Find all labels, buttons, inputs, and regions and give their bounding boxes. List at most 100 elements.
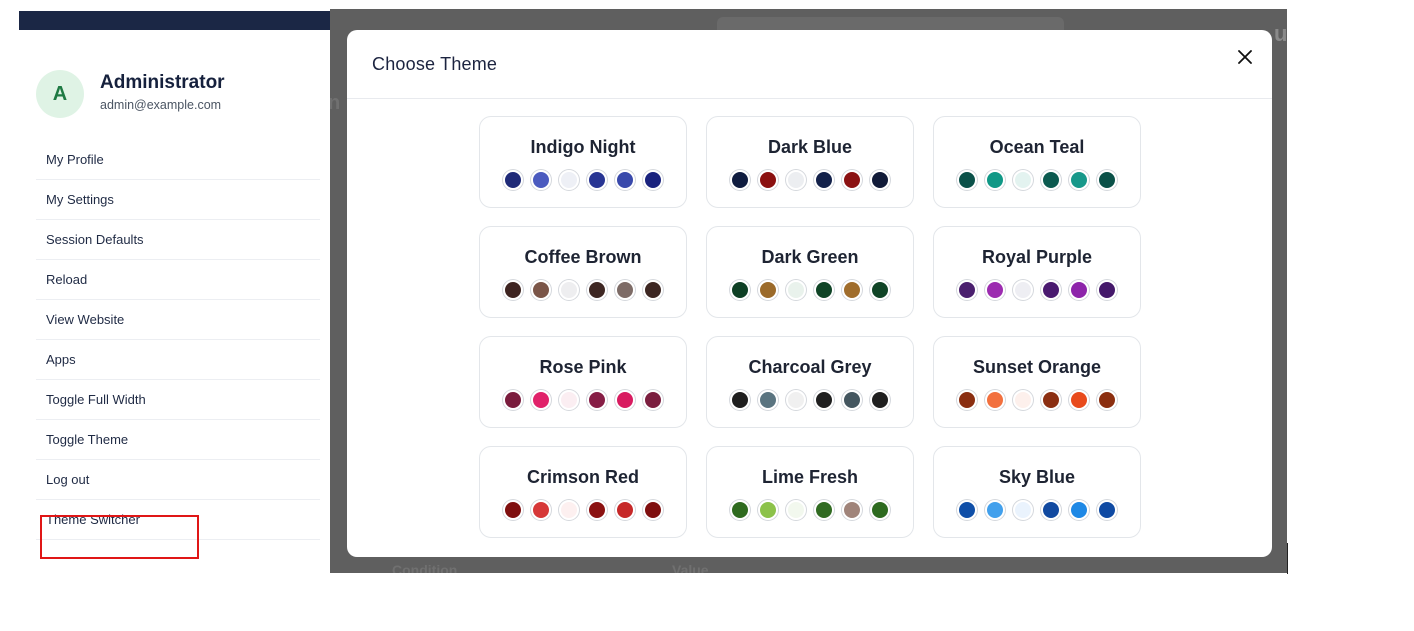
color-swatch: [730, 390, 750, 410]
color-swatch: [615, 390, 635, 410]
color-swatch: [503, 500, 523, 520]
theme-name: Coffee Brown: [524, 247, 642, 267]
menu-item-log-out[interactable]: Log out: [36, 460, 320, 500]
profile-email: admin@example.com: [100, 97, 222, 112]
color-swatch: [643, 280, 663, 300]
theme-name: Indigo Night: [530, 137, 636, 157]
color-swatch: [957, 500, 977, 520]
color-swatch: [814, 170, 834, 190]
color-swatch: [587, 170, 607, 190]
menu-item-session-defaults[interactable]: Session Defaults: [36, 220, 320, 260]
color-swatches: [480, 280, 686, 300]
color-swatch: [870, 500, 890, 520]
menu-item-view-website[interactable]: View Website: [36, 300, 320, 340]
theme-card-rose-pink[interactable]: Rose Pink: [479, 336, 687, 428]
color-swatch: [730, 170, 750, 190]
close-icon: [1238, 50, 1252, 64]
color-swatch: [957, 390, 977, 410]
color-swatch: [786, 390, 806, 410]
color-swatch: [870, 170, 890, 190]
menu-item-my-settings[interactable]: My Settings: [36, 180, 320, 220]
color-swatch: [1097, 390, 1117, 410]
theme-card-sky-blue[interactable]: Sky Blue: [933, 446, 1141, 538]
color-swatches: [934, 390, 1140, 410]
color-swatch: [1097, 500, 1117, 520]
theme-name: Sky Blue: [998, 467, 1076, 487]
color-swatch: [870, 390, 890, 410]
menu-item-theme-switcher[interactable]: Theme Switcher: [36, 500, 320, 540]
color-swatch: [503, 170, 523, 190]
color-swatch: [758, 170, 778, 190]
modal-title: Choose Theme: [372, 54, 498, 74]
color-swatch: [814, 390, 834, 410]
profile-name: Administrator: [100, 71, 225, 93]
color-swatches: [707, 500, 913, 520]
color-swatch: [842, 390, 862, 410]
theme-card-lime-fresh[interactable]: Lime Fresh: [706, 446, 914, 538]
close-button[interactable]: [1234, 46, 1256, 68]
color-swatch: [559, 280, 579, 300]
color-swatch: [1041, 390, 1061, 410]
theme-card-sunset-orange[interactable]: Sunset Orange: [933, 336, 1141, 428]
color-swatch: [503, 390, 523, 410]
theme-name: Lime Fresh: [761, 467, 859, 487]
menu-list: My Profile My Settings Session Defaults Rel…: [36, 140, 320, 540]
color-swatch: [870, 280, 890, 300]
color-swatch: [531, 390, 551, 410]
color-swatch: [531, 500, 551, 520]
color-swatch: [1041, 280, 1061, 300]
color-swatch: [985, 500, 1005, 520]
color-swatches: [707, 170, 913, 190]
theme-card-crimson-red[interactable]: Crimson Red: [479, 446, 687, 538]
color-swatch: [1041, 500, 1061, 520]
color-swatch: [814, 280, 834, 300]
color-swatch: [503, 280, 523, 300]
color-swatch: [615, 170, 635, 190]
color-swatch: [1069, 500, 1089, 520]
avatar[interactable]: A: [36, 70, 84, 118]
color-swatches: [480, 390, 686, 410]
theme-card-dark-green[interactable]: Dark Green: [706, 226, 914, 318]
color-swatch: [559, 170, 579, 190]
menu-item-my-profile[interactable]: My Profile: [36, 140, 320, 180]
color-swatch: [615, 280, 635, 300]
color-swatch: [1097, 280, 1117, 300]
color-swatch: [758, 390, 778, 410]
color-swatch: [1013, 500, 1033, 520]
color-swatches: [707, 280, 913, 300]
theme-name: Rose Pink: [539, 357, 627, 377]
color-swatch: [730, 500, 750, 520]
color-swatches: [934, 280, 1140, 300]
color-swatch: [531, 280, 551, 300]
theme-card-indigo-night[interactable]: Indigo Night: [479, 116, 687, 208]
menu-item-apps[interactable]: Apps: [36, 340, 320, 380]
theme-name: Royal Purple: [981, 247, 1093, 267]
theme-card-ocean-teal[interactable]: Ocean Teal: [933, 116, 1141, 208]
color-swatch: [531, 170, 551, 190]
theme-card-charcoal-grey[interactable]: Charcoal Grey: [706, 336, 914, 428]
color-swatch: [786, 170, 806, 190]
color-swatch: [758, 500, 778, 520]
theme-name: Dark Green: [761, 247, 859, 267]
menu-item-toggle-theme[interactable]: Toggle Theme: [36, 420, 320, 460]
color-swatch: [786, 280, 806, 300]
color-swatch: [1069, 170, 1089, 190]
color-swatch: [1069, 390, 1089, 410]
color-swatches: [480, 170, 686, 190]
theme-card-royal-purple[interactable]: Royal Purple: [933, 226, 1141, 318]
color-swatch: [1097, 170, 1117, 190]
theme-card-dark-blue[interactable]: Dark Blue: [706, 116, 914, 208]
theme-name: Ocean Teal: [989, 137, 1085, 157]
color-swatch: [1041, 170, 1061, 190]
theme-name: Dark Blue: [767, 137, 853, 157]
user-profile: A Administrator admin@example.com: [36, 70, 225, 118]
menu-item-reload[interactable]: Reload: [36, 260, 320, 300]
theme-card-coffee-brown[interactable]: Coffee Brown: [479, 226, 687, 318]
user-dropdown-menu: A Administrator admin@example.com My Pro…: [19, 30, 330, 590]
color-swatch: [615, 500, 635, 520]
color-swatch: [957, 280, 977, 300]
color-swatch: [643, 390, 663, 410]
edge-line: [1287, 543, 1288, 574]
menu-item-toggle-full-width[interactable]: Toggle Full Width: [36, 380, 320, 420]
theme-name: Charcoal Grey: [748, 357, 872, 377]
